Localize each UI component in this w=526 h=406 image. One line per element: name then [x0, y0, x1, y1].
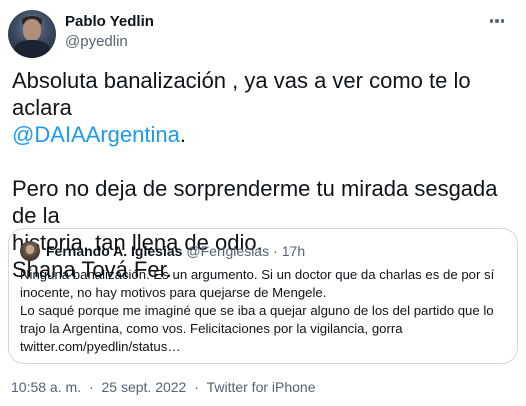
quoted-tweet-text: Ninguna banalización. Es un argumento. S… — [20, 266, 510, 356]
tweet-card: Pablo Yedlin @pyedlin Absoluta banalizac… — [0, 0, 526, 406]
author-avatar[interactable] — [8, 10, 56, 58]
tweet-line: Absoluta banalización , ya vas a ver com… — [12, 68, 471, 120]
quoted-author-handle: @FerIglesias — [186, 243, 270, 259]
more-dot — [500, 19, 505, 23]
tweet-time[interactable]: 10:58 a. m. — [11, 379, 81, 395]
quoted-tweet[interactable]: Fernando A. Iglesias @FerIglesias · 17h … — [8, 228, 518, 364]
quoted-avatar-face — [26, 245, 34, 254]
more-options-icon[interactable] — [482, 9, 512, 33]
tweet-date[interactable]: 25 sept. 2022 — [102, 379, 187, 395]
mention-suffix: . — [179, 122, 186, 147]
mention-link[interactable]: @DAIAArgentina — [12, 122, 180, 147]
quoted-tweet-header: Fernando A. Iglesias @FerIglesias · 17h — [20, 241, 305, 261]
footer-separator: · — [194, 379, 199, 395]
quoted-link: twitter.com/pyedlin/status… — [20, 339, 181, 354]
tweet-footer: 10:58 a. m. · 25 sept. 2022 · Twitter fo… — [11, 379, 316, 395]
quoted-timestamp: 17h — [281, 243, 306, 259]
footer-separator: · — [88, 379, 94, 395]
quoted-line: trajo la Argentina, como vos. Felicitaci… — [20, 321, 403, 336]
quoted-line: Lo saqué porque me imaginé que se iba a … — [20, 303, 494, 318]
quoted-author-avatar — [20, 241, 40, 261]
quoted-separator: · — [273, 243, 278, 259]
avatar-suit — [14, 40, 50, 58]
author-info: Pablo Yedlin @pyedlin — [65, 13, 154, 51]
tweet-line-mention: @DAIAArgentina. — [12, 121, 517, 148]
more-dot — [489, 19, 494, 23]
tweet-line: Pero no deja de sorprenderme tu mirada s… — [12, 176, 498, 228]
author-handle[interactable]: @pyedlin — [65, 33, 154, 51]
more-dot — [495, 19, 499, 23]
author-name[interactable]: Pablo Yedlin — [65, 13, 154, 31]
quoted-line: inocente, no hay motivos para quejarse d… — [20, 285, 327, 300]
quoted-line: Ninguna banalización. Es un argumento. S… — [20, 267, 495, 282]
tweet-source[interactable]: Twitter for iPhone — [207, 379, 316, 395]
quoted-author-name: Fernando A. Iglesias — [46, 243, 183, 259]
avatar-face — [23, 19, 41, 41]
